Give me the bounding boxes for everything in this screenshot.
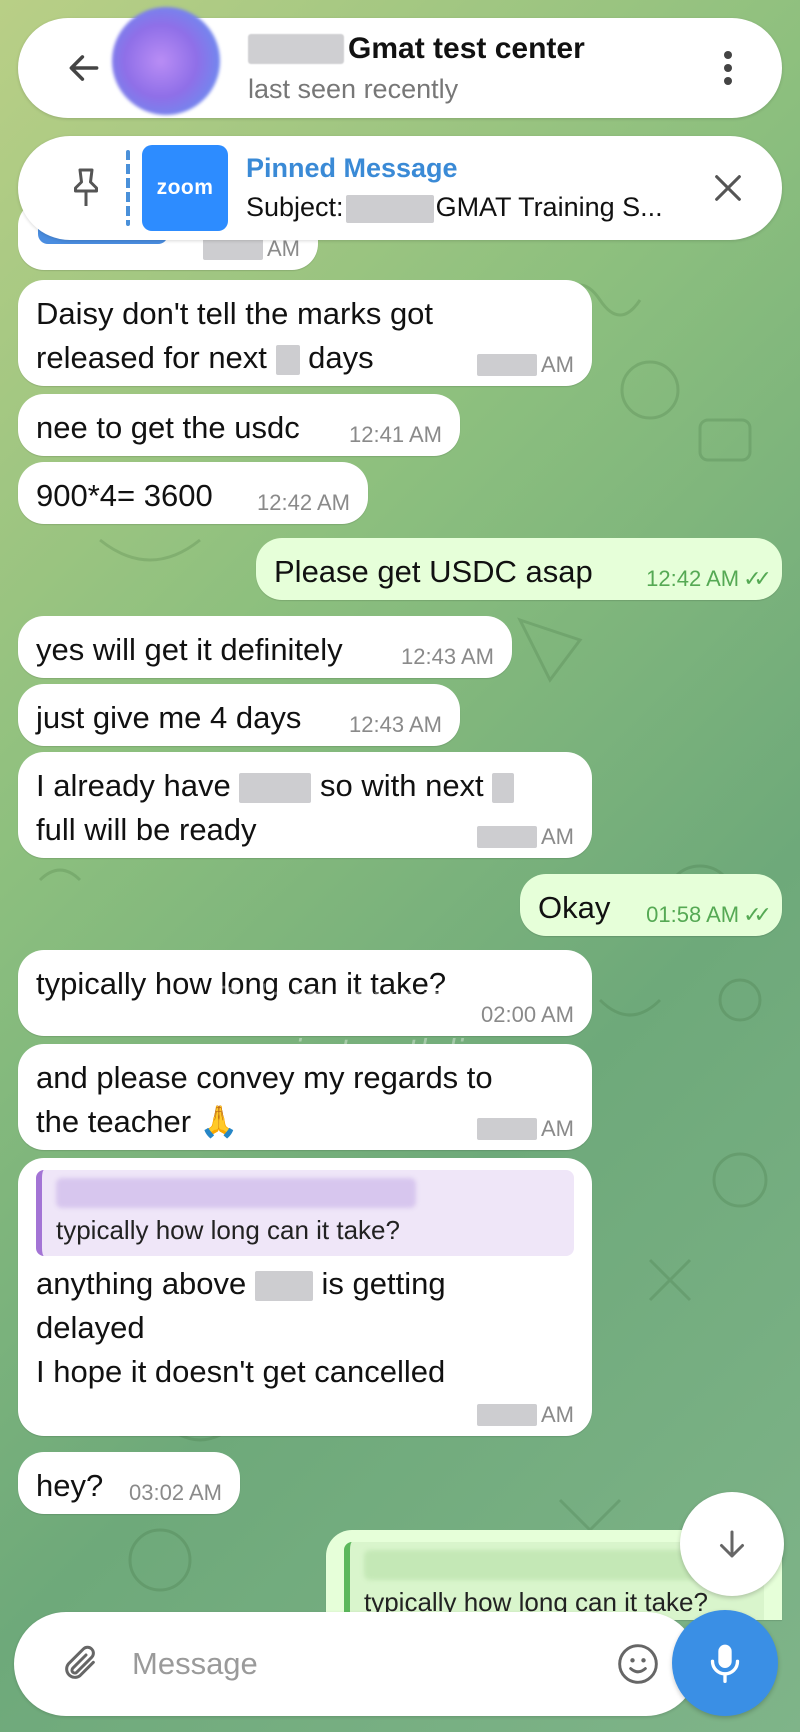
message-time: 12:43 AM [401, 644, 494, 669]
pinned-title: Pinned Message [246, 153, 458, 183]
chat-header: Gmat test center last seen recently [18, 7, 782, 118]
pin-icon [58, 158, 114, 218]
more-vertical-icon [724, 51, 732, 85]
message-bubble[interactable]: 900*4= 3600 12:42 AM [18, 462, 368, 524]
pinned-message-bar[interactable]: zoom Pinned Message Subject: GMAT Trainin… [18, 136, 782, 240]
zoom-logo: zoom [142, 145, 228, 231]
message-bubble-reply[interactable]: typically how long can it take? anything… [18, 1158, 592, 1436]
message-time: AM [477, 354, 574, 376]
close-icon [715, 175, 741, 201]
message-bubble-outgoing[interactable]: Okay 01:58 AM ✓✓ [520, 874, 782, 936]
message-bubble[interactable]: Daisy don't tell the marks got released … [18, 280, 592, 386]
message-time: 02:00 AM [481, 1002, 574, 1027]
close-pinned-button[interactable] [698, 158, 758, 218]
back-button[interactable] [54, 38, 114, 98]
chat-status: last seen recently [248, 73, 459, 104]
message-bubble[interactable]: yes will get it definitely 12:43 AM [18, 616, 512, 678]
message-time: AM [477, 826, 574, 848]
message-time: 12:41 AM [349, 422, 442, 447]
message-time: 01:58 AM ✓✓ [646, 902, 772, 927]
arrow-left-icon [69, 55, 99, 81]
double-check-icon: ✓✓ [743, 902, 772, 927]
pinned-subject: Subject: GMAT Training S... [246, 192, 663, 223]
message-time: 03:02 AM [129, 1480, 222, 1505]
smile-icon [618, 1644, 658, 1684]
message-bubble[interactable]: typically how long can it take? 02:00 AM [18, 950, 592, 1036]
message-time: AM [203, 238, 300, 260]
double-check-icon: ✓✓ [743, 566, 772, 591]
paperclip-icon [65, 1645, 95, 1679]
redacted-block [248, 33, 344, 64]
message-bubble[interactable]: nee to get the usdc 12:41 AM [18, 394, 460, 456]
chat-title-area[interactable]: Gmat test center last seen recently [248, 32, 698, 105]
message-input[interactable] [132, 1646, 608, 1682]
message-input-bar [14, 1612, 698, 1716]
more-menu-button[interactable] [698, 38, 758, 98]
microphone-icon [710, 1644, 740, 1683]
voice-record-button[interactable] [672, 1610, 778, 1716]
pinned-indicator [126, 150, 130, 226]
message-bubble[interactable]: hey? 03:02 AM [18, 1452, 240, 1514]
message-time: AM [477, 1118, 574, 1140]
emoji-button[interactable] [608, 1634, 668, 1694]
message-time: 12:42 AM ✓✓ [646, 566, 772, 591]
scroll-down-button[interactable] [680, 1492, 784, 1596]
chat-title: Gmat test center [348, 31, 585, 65]
arrow-down-icon [720, 1530, 744, 1558]
message-bubble-outgoing[interactable]: Please get USDC asap 12:42 AM ✓✓ [256, 538, 782, 600]
message-bubble[interactable]: just give me 4 days 12:43 AM [18, 684, 460, 746]
redacted-block [56, 1178, 416, 1208]
message-time: AM [477, 1404, 574, 1426]
message-time: 12:42 AM [257, 490, 350, 515]
avatar[interactable] [112, 7, 220, 115]
reply-quote[interactable]: typically how long can it take? [36, 1170, 574, 1256]
attach-button[interactable] [50, 1634, 110, 1694]
message-bubble[interactable]: I already have so with next full will be… [18, 752, 592, 858]
message-time: 12:43 AM [349, 712, 442, 737]
message-bubble[interactable]: and please convey my regards to the teac… [18, 1044, 592, 1150]
